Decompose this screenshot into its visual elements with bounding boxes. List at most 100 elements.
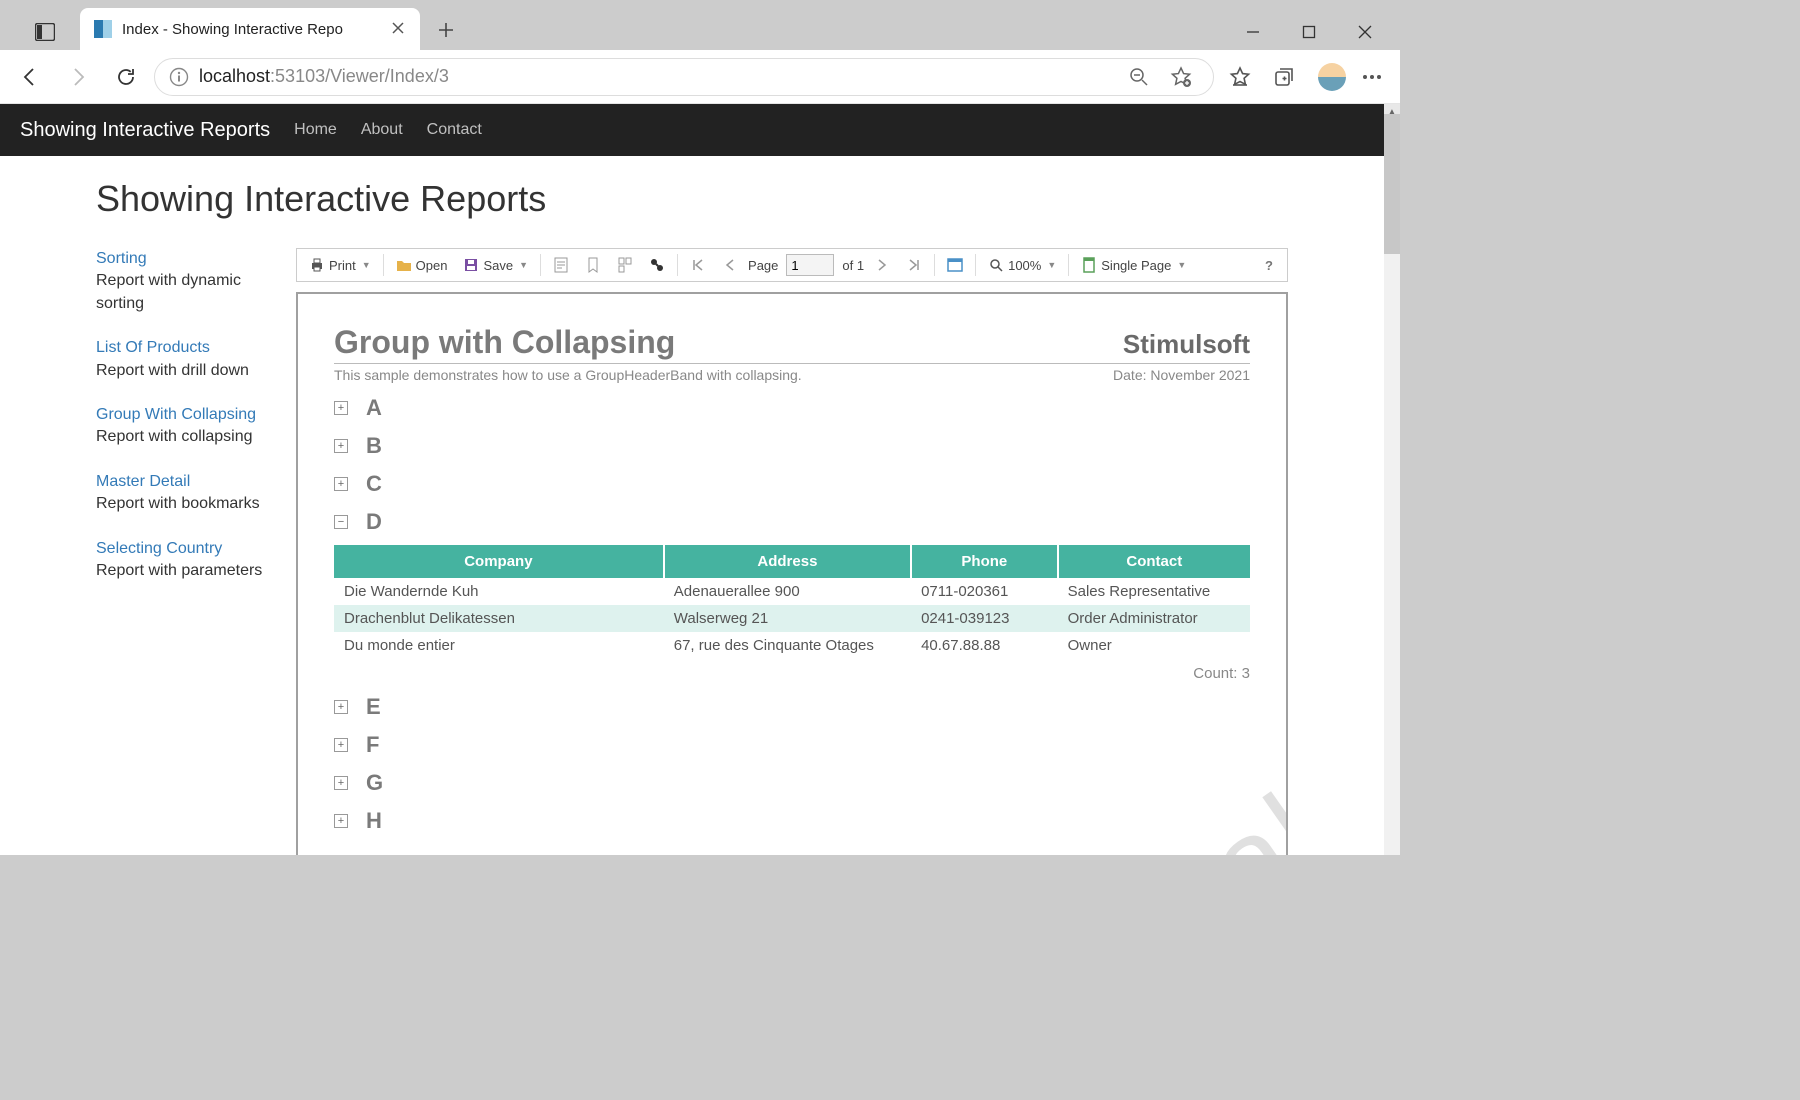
- address-bar[interactable]: localhost:53103/Viewer/Index/3: [154, 58, 1214, 96]
- cell-contact: Sales Representative: [1058, 578, 1250, 605]
- page-input[interactable]: [786, 254, 834, 276]
- forward-button[interactable]: [58, 57, 98, 97]
- cell-company: Drachenblut Delikatessen: [334, 605, 664, 632]
- col-address: Address: [664, 545, 911, 578]
- address-bar-row: localhost:53103/Viewer/Index/3: [0, 50, 1400, 104]
- first-page-icon: [690, 257, 706, 273]
- report-logo: Stimulsoft: [1123, 329, 1250, 360]
- sidebar-desc: Report with drill down: [96, 362, 249, 379]
- close-tab-icon[interactable]: [392, 22, 406, 36]
- collapse-icon[interactable]: −: [334, 515, 348, 529]
- bookmark-icon[interactable]: [579, 252, 607, 278]
- fullscreen-icon: [947, 257, 963, 273]
- group-row: +C: [334, 471, 1250, 497]
- collections-icon[interactable]: [1266, 59, 1302, 95]
- count-label: Count: 3: [334, 665, 1250, 682]
- group-letter: E: [366, 694, 381, 720]
- sidebar-link-country[interactable]: Selecting Country: [96, 538, 284, 560]
- last-page-button[interactable]: [900, 252, 928, 278]
- parameter-icon[interactable]: [547, 252, 575, 278]
- sidebar-link-products[interactable]: List Of Products: [96, 337, 284, 359]
- group-letter: H: [366, 808, 382, 834]
- find-icon: [649, 257, 665, 273]
- expand-icon[interactable]: +: [334, 738, 348, 752]
- print-icon: [309, 257, 325, 273]
- group-row: +G: [334, 770, 1250, 796]
- nav-link-about[interactable]: About: [361, 121, 403, 139]
- col-company: Company: [334, 545, 664, 578]
- expand-icon[interactable]: +: [334, 776, 348, 790]
- next-page-button[interactable]: [868, 252, 896, 278]
- sidebar-link-sorting[interactable]: Sorting: [96, 248, 284, 270]
- next-page-icon: [874, 257, 890, 273]
- group-letter: G: [366, 770, 383, 796]
- nav-link-home[interactable]: Home: [294, 121, 337, 139]
- expand-icon[interactable]: +: [334, 477, 348, 491]
- new-tab-button[interactable]: [426, 10, 466, 50]
- save-button[interactable]: Save▼: [457, 252, 534, 278]
- nav-link-contact[interactable]: Contact: [427, 121, 482, 139]
- data-table: Company Address Phone Contact Die Wander…: [334, 545, 1250, 659]
- maximize-button[interactable]: [1286, 14, 1332, 50]
- print-button[interactable]: Print▼: [303, 252, 377, 278]
- report-date: Date: November 2021: [1113, 367, 1250, 383]
- favorite-add-icon[interactable]: [1163, 59, 1199, 95]
- singlepage-icon: [1081, 257, 1097, 273]
- zoom-out-icon[interactable]: [1121, 59, 1157, 95]
- first-page-button[interactable]: [684, 252, 712, 278]
- vertical-scrollbar[interactable]: ▲: [1384, 104, 1400, 855]
- browser-tab-strip: Index - Showing Interactive Repo: [0, 0, 1400, 50]
- cell-phone: 0711-020361: [911, 578, 1058, 605]
- thumbnails-icon[interactable]: [611, 252, 639, 278]
- report-subtitle: This sample demonstrates how to use a Gr…: [334, 367, 802, 383]
- group-row: +F: [334, 732, 1250, 758]
- group-letter: F: [366, 732, 379, 758]
- prev-page-icon: [722, 257, 738, 273]
- prev-page-button[interactable]: [716, 252, 744, 278]
- sidebar-link-collapsing[interactable]: Group With Collapsing: [96, 404, 284, 426]
- help-button[interactable]: ?: [1257, 258, 1281, 273]
- open-button[interactable]: Open: [390, 252, 454, 278]
- report-canvas: Group with Collapsing Stimulsoft This sa…: [296, 292, 1288, 855]
- zoom-icon: [988, 257, 1004, 273]
- expand-icon[interactable]: +: [334, 401, 348, 415]
- table-row: Die Wandernde KuhAdenauerallee 9000711-0…: [334, 578, 1250, 605]
- sidebar-link-masterdetail[interactable]: Master Detail: [96, 471, 284, 493]
- site-info-icon[interactable]: [169, 67, 189, 87]
- browser-tab[interactable]: Index - Showing Interactive Repo: [80, 8, 420, 50]
- tab-title: Index - Showing Interactive Repo: [122, 21, 382, 38]
- viewmode-button[interactable]: Single Page▼: [1075, 252, 1192, 278]
- refresh-button[interactable]: [106, 57, 146, 97]
- profile-avatar[interactable]: [1318, 63, 1346, 91]
- expand-icon[interactable]: +: [334, 439, 348, 453]
- report-sidebar: SortingReport with dynamic sorting List …: [96, 248, 284, 604]
- cell-address: 67, rue des Cinquante Otages: [664, 632, 911, 659]
- page-of-label: of 1: [842, 258, 864, 273]
- sidebar-toggle-icon[interactable]: [22, 14, 68, 50]
- more-icon[interactable]: [1354, 59, 1390, 95]
- favorites-icon[interactable]: [1222, 59, 1258, 95]
- cell-contact: Order Administrator: [1058, 605, 1250, 632]
- group-row: +B: [334, 433, 1250, 459]
- minimize-button[interactable]: [1230, 14, 1276, 50]
- close-window-button[interactable]: [1342, 14, 1388, 50]
- navbar-brand[interactable]: Showing Interactive Reports: [20, 119, 270, 142]
- expand-icon[interactable]: +: [334, 814, 348, 828]
- sidebar-desc: Report with parameters: [96, 562, 262, 579]
- fullscreen-button[interactable]: [941, 252, 969, 278]
- scrollbar-thumb[interactable]: [1384, 114, 1400, 254]
- page-title: Showing Interactive Reports: [96, 178, 1400, 220]
- expand-icon[interactable]: +: [334, 700, 348, 714]
- site-navbar: Showing Interactive Reports Home About C…: [0, 104, 1400, 156]
- cell-address: Adenauerallee 900: [664, 578, 911, 605]
- zoom-button[interactable]: 100%▼: [982, 252, 1062, 278]
- group-letter: C: [366, 471, 382, 497]
- col-contact: Contact: [1058, 545, 1250, 578]
- group-row: +A: [334, 395, 1250, 421]
- sidebar-desc: Report with bookmarks: [96, 495, 260, 512]
- back-button[interactable]: [10, 57, 50, 97]
- group-row: +H: [334, 808, 1250, 834]
- cell-phone: 0241-039123: [911, 605, 1058, 632]
- find-button[interactable]: [643, 252, 671, 278]
- sidebar-desc: Report with collapsing: [96, 428, 253, 445]
